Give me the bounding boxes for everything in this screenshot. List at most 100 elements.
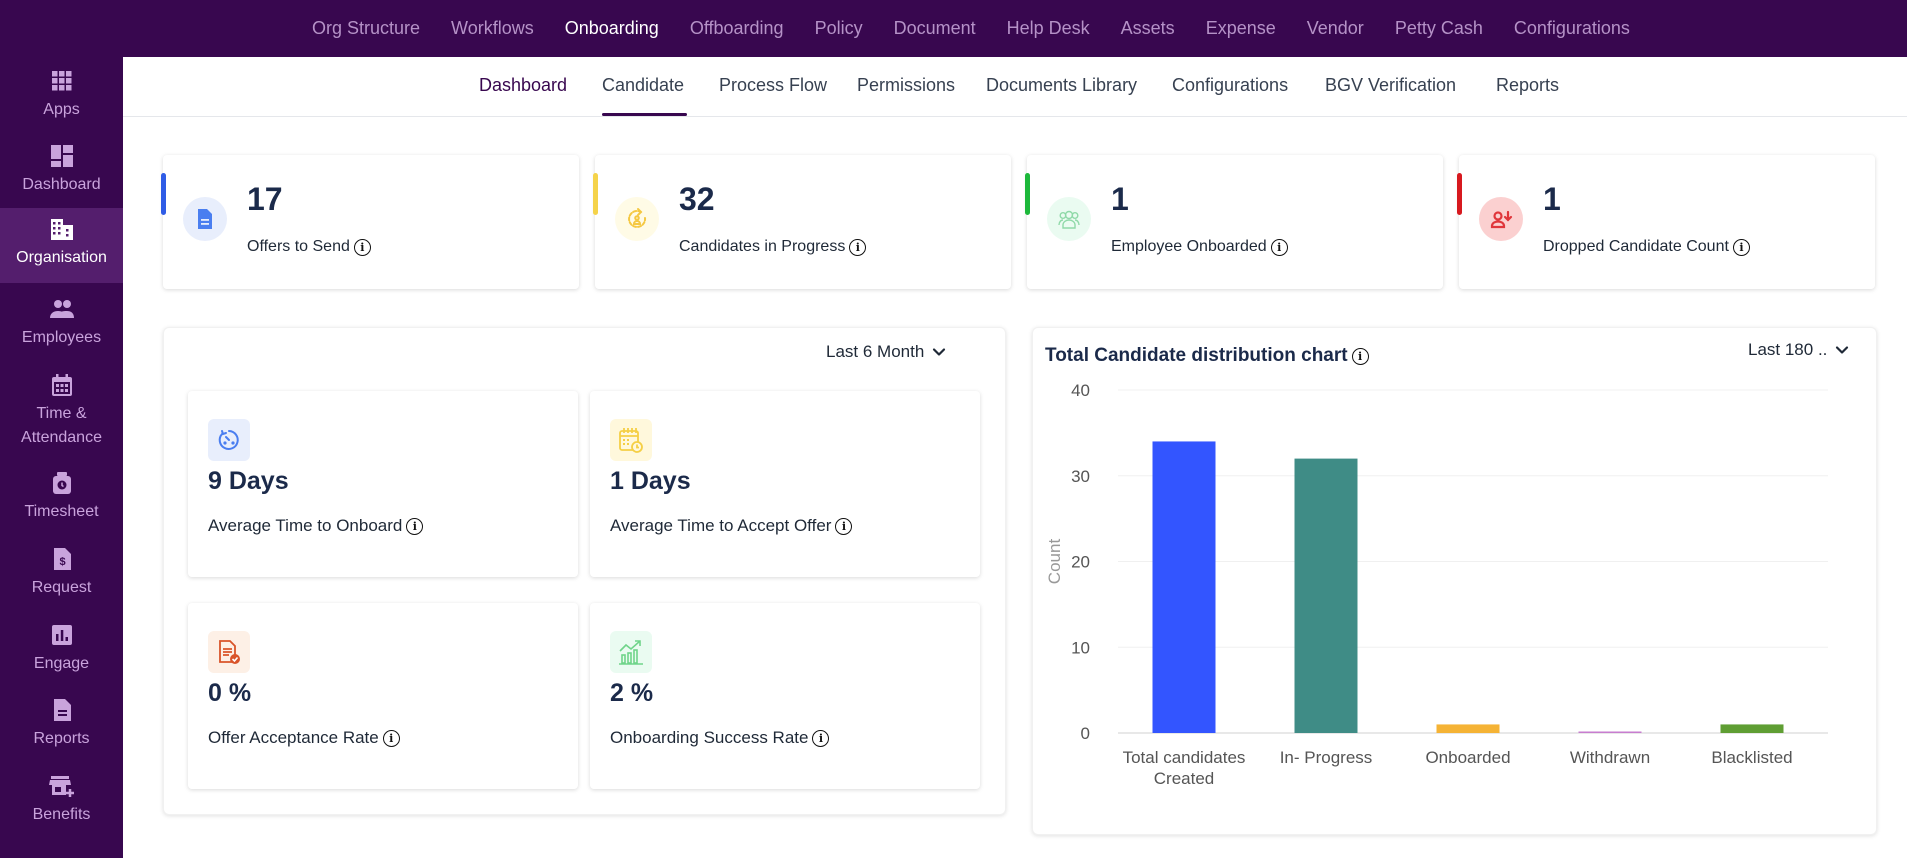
y-tick-label: 40: [1071, 381, 1090, 400]
chevron-down-icon: [933, 348, 946, 356]
metric-label: Average Time to Onboard i: [208, 516, 424, 536]
tab-candidate[interactable]: Candidate: [602, 75, 684, 96]
top-nav-configurations[interactable]: Configurations: [1514, 18, 1630, 39]
sidebar-item-label: Engage: [33, 655, 90, 672]
top-nav-assets[interactable]: Assets: [1121, 18, 1175, 39]
metric-label-text: Onboarding Success Rate: [610, 728, 809, 747]
top-nav-petty-cash[interactable]: Petty Cash: [1395, 18, 1483, 39]
sidebar-item-organisation[interactable]: Organisation: [0, 208, 123, 283]
stat-label: Offers to Send i: [247, 238, 371, 256]
y-tick-label: 20: [1071, 553, 1090, 572]
tab-dashboard[interactable]: Dashboard: [479, 75, 567, 96]
x-tick-label: In- Progress: [1280, 748, 1373, 767]
info-icon[interactable]: i: [1732, 238, 1750, 256]
metric-card-average-time-to-accept-offer: 1 Days Average Time to Accept Offer i: [590, 391, 980, 577]
stat-label-text: Offers to Send: [247, 238, 350, 255]
tab-process-flow[interactable]: Process Flow: [719, 75, 827, 96]
metric-card-onboarding-success-rate: 2 % Onboarding Success Rate i: [590, 603, 980, 789]
metric-label-text: Average Time to Onboard: [208, 516, 403, 535]
sidebar-item-timesheet[interactable]: Timesheet: [0, 470, 123, 524]
sidebar: Apps Dashboard Organisation Employees Time &…: [0, 0, 123, 858]
metric-card-offer-acceptance-rate: 0 % Offer Acceptance Rate i: [188, 603, 578, 789]
x-tick-label: Total candidates: [1123, 748, 1246, 767]
sidebar-item-time-attendance[interactable]: Time & Attendance: [0, 372, 123, 450]
tab-reports[interactable]: Reports: [1496, 75, 1559, 96]
bar-onboarded[interactable]: [1436, 724, 1500, 733]
active-tab-indicator: [602, 113, 687, 116]
sidebar-item-label: Organisation: [16, 249, 107, 266]
calendar-icon: [49, 372, 75, 398]
sidebar-item-employees[interactable]: Employees: [0, 296, 123, 350]
metric-label: Average Time to Accept Offer i: [610, 516, 853, 536]
sidebar-item-reports[interactable]: Reports: [0, 697, 123, 751]
top-nav-org-structure[interactable]: Org Structure: [312, 18, 420, 39]
top-nav-menu: Org Structure Workflows Onboarding Offboard…: [312, 0, 1661, 57]
sidebar-item-label: Timesheet: [24, 503, 99, 520]
top-nav-document[interactable]: Document: [894, 18, 976, 39]
info-icon[interactable]: i: [353, 238, 371, 256]
candidate-distribution-bar-chart: 0 10 20 30 40 Count Total candidates Created In-…: [1045, 381, 1828, 788]
sidebar-item-request[interactable]: $ Request: [0, 546, 123, 600]
stat-card-employee-onboarded[interactable]: 1 Employee Onboarded i: [1025, 155, 1443, 289]
user-down-icon: [1479, 197, 1523, 241]
y-axis-label: Count: [1045, 539, 1064, 585]
info-icon[interactable]: i: [835, 517, 853, 535]
request-dollar-icon: $: [49, 546, 75, 572]
sidebar-item-label: Employees: [21, 329, 102, 346]
sidebar-item-label: Benefits: [32, 806, 91, 823]
stat-label: Candidates in Progress i: [679, 238, 867, 256]
info-icon[interactable]: i: [382, 729, 400, 747]
metrics-period-value: Last 6 Month: [826, 342, 925, 361]
top-nav-help-desk[interactable]: Help Desk: [1007, 18, 1090, 39]
chart-period-value: Last 180 ..: [1748, 340, 1828, 359]
stat-card-offers-to-send[interactable]: 17 Offers to Send i: [161, 155, 579, 289]
sidebar-item-dashboard[interactable]: Dashboard: [0, 143, 123, 197]
timesheet-icon: [49, 470, 75, 496]
info-icon[interactable]: i: [406, 517, 424, 535]
stat-card-dropped-candidate-count[interactable]: 1 Dropped Candidate Count i: [1457, 155, 1875, 289]
chart-title-text: Total Candidate distribution chart: [1045, 345, 1348, 366]
sidebar-item-label: Time & Attendance: [21, 405, 102, 446]
metric-value: 2 %: [610, 679, 654, 707]
stat-card-candidates-in-progress[interactable]: 32 Candidates in Progress i: [593, 155, 1011, 289]
metric-label-text: Offer Acceptance Rate: [208, 728, 379, 747]
top-navigation-bar: Org Structure Workflows Onboarding Offboard…: [123, 0, 1907, 57]
stat-label: Employee Onboarded i: [1111, 238, 1288, 256]
top-nav-onboarding[interactable]: Onboarding: [565, 18, 659, 39]
sidebar-item-engage[interactable]: Engage: [0, 622, 123, 676]
sidebar-item-benefits[interactable]: Benefits: [0, 773, 123, 827]
bar-blacklisted[interactable]: [1720, 724, 1784, 733]
bar-total-candidates-created[interactable]: [1152, 441, 1216, 733]
top-nav-workflows[interactable]: Workflows: [451, 18, 534, 39]
x-tick-label: Created: [1154, 769, 1214, 788]
apps-grid-icon: [49, 68, 75, 94]
top-nav-policy[interactable]: Policy: [815, 18, 863, 39]
svg-text:$: $: [59, 556, 65, 568]
stat-accent-bar: [1025, 173, 1030, 215]
info-icon[interactable]: i: [849, 238, 867, 256]
people-icon: [49, 296, 75, 322]
candidate-refresh-icon: [615, 197, 659, 241]
tab-documents-library[interactable]: Documents Library: [986, 75, 1137, 96]
info-icon[interactable]: i: [1351, 347, 1369, 365]
metric-label: Onboarding Success Rate i: [610, 728, 830, 748]
bar-chart-icon: [49, 622, 75, 648]
metrics-period-dropdown[interactable]: Last 6 Month: [826, 342, 946, 362]
info-icon[interactable]: i: [812, 729, 830, 747]
tab-configurations[interactable]: Configurations: [1172, 75, 1288, 96]
tab-bgv-verification[interactable]: BGV Verification: [1325, 75, 1456, 96]
stat-value: 1: [1543, 181, 1561, 217]
chart-period-dropdown[interactable]: Last 180 ..: [1748, 340, 1849, 360]
bar-in-progress[interactable]: [1294, 458, 1358, 733]
x-tick-label: Withdrawn: [1570, 748, 1650, 767]
top-nav-offboarding[interactable]: Offboarding: [690, 18, 784, 39]
info-icon[interactable]: i: [1270, 238, 1288, 256]
stat-label-text: Employee Onboarded: [1111, 238, 1267, 255]
sidebar-item-apps[interactable]: Apps: [0, 68, 123, 122]
bar-withdrawn[interactable]: [1578, 731, 1642, 734]
stat-value: 17: [247, 181, 283, 217]
tab-permissions[interactable]: Permissions: [857, 75, 955, 96]
x-tick-label: Onboarded: [1425, 748, 1510, 767]
top-nav-vendor[interactable]: Vendor: [1307, 18, 1364, 39]
top-nav-expense[interactable]: Expense: [1206, 18, 1276, 39]
